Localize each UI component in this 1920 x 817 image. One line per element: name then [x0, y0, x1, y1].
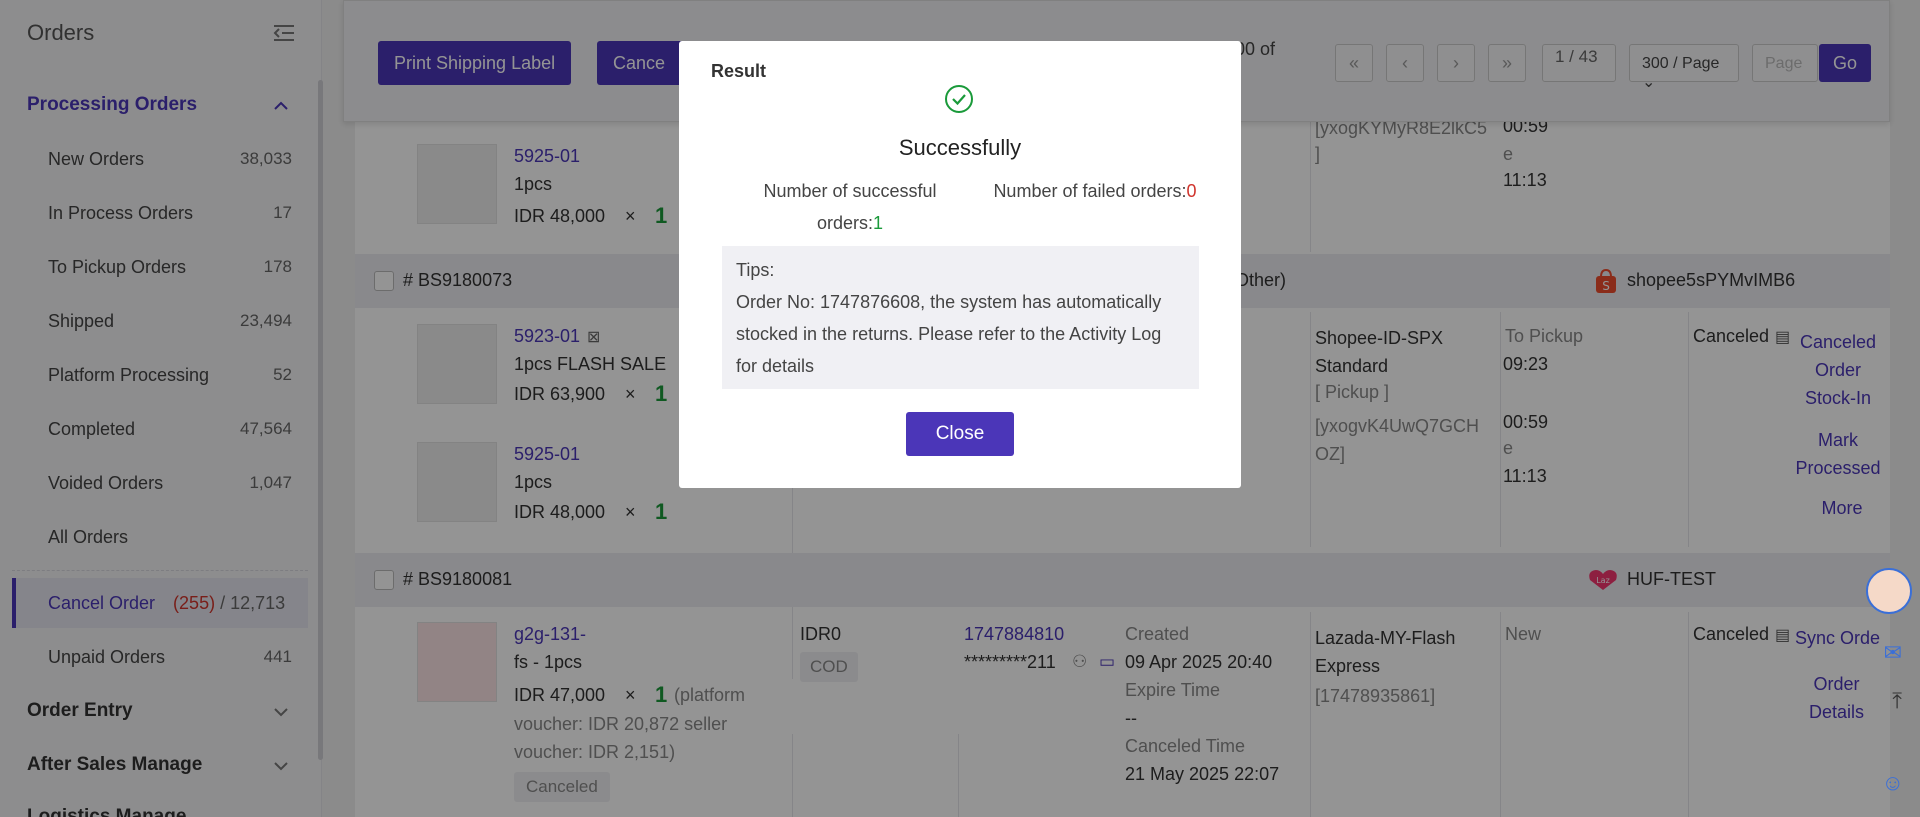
failed-label: Number of failed orders:: [993, 181, 1187, 201]
feedback-icon[interactable]: ☺: [1882, 770, 1904, 796]
dialog-headline: Successfully: [898, 135, 1022, 160]
tips-label: Tips:: [736, 260, 775, 280]
success-check-icon: [945, 85, 973, 113]
tips-box: Tips: Order No: 1747876608, the system h…: [722, 246, 1199, 389]
support-avatar[interactable]: [1866, 568, 1912, 614]
chat-icon[interactable]: ✉: [1884, 640, 1902, 666]
dialog-title: Result: [711, 61, 767, 81]
tips-text: Order No: 1747876608, the system has aut…: [736, 292, 1162, 376]
failed-stat: Number of failed orders:0: [990, 175, 1200, 207]
failed-count: 0: [1186, 181, 1197, 201]
back-to-top-icon[interactable]: ⤒: [1892, 688, 1902, 714]
close-button[interactable]: Close: [906, 412, 1014, 456]
success-stat: Number of successful orders:1: [740, 175, 960, 239]
success-count: 1: [873, 213, 884, 233]
success-label: Number of successful orders:: [763, 181, 937, 233]
result-dialog: Result Successfully Number of successful…: [679, 41, 1241, 488]
